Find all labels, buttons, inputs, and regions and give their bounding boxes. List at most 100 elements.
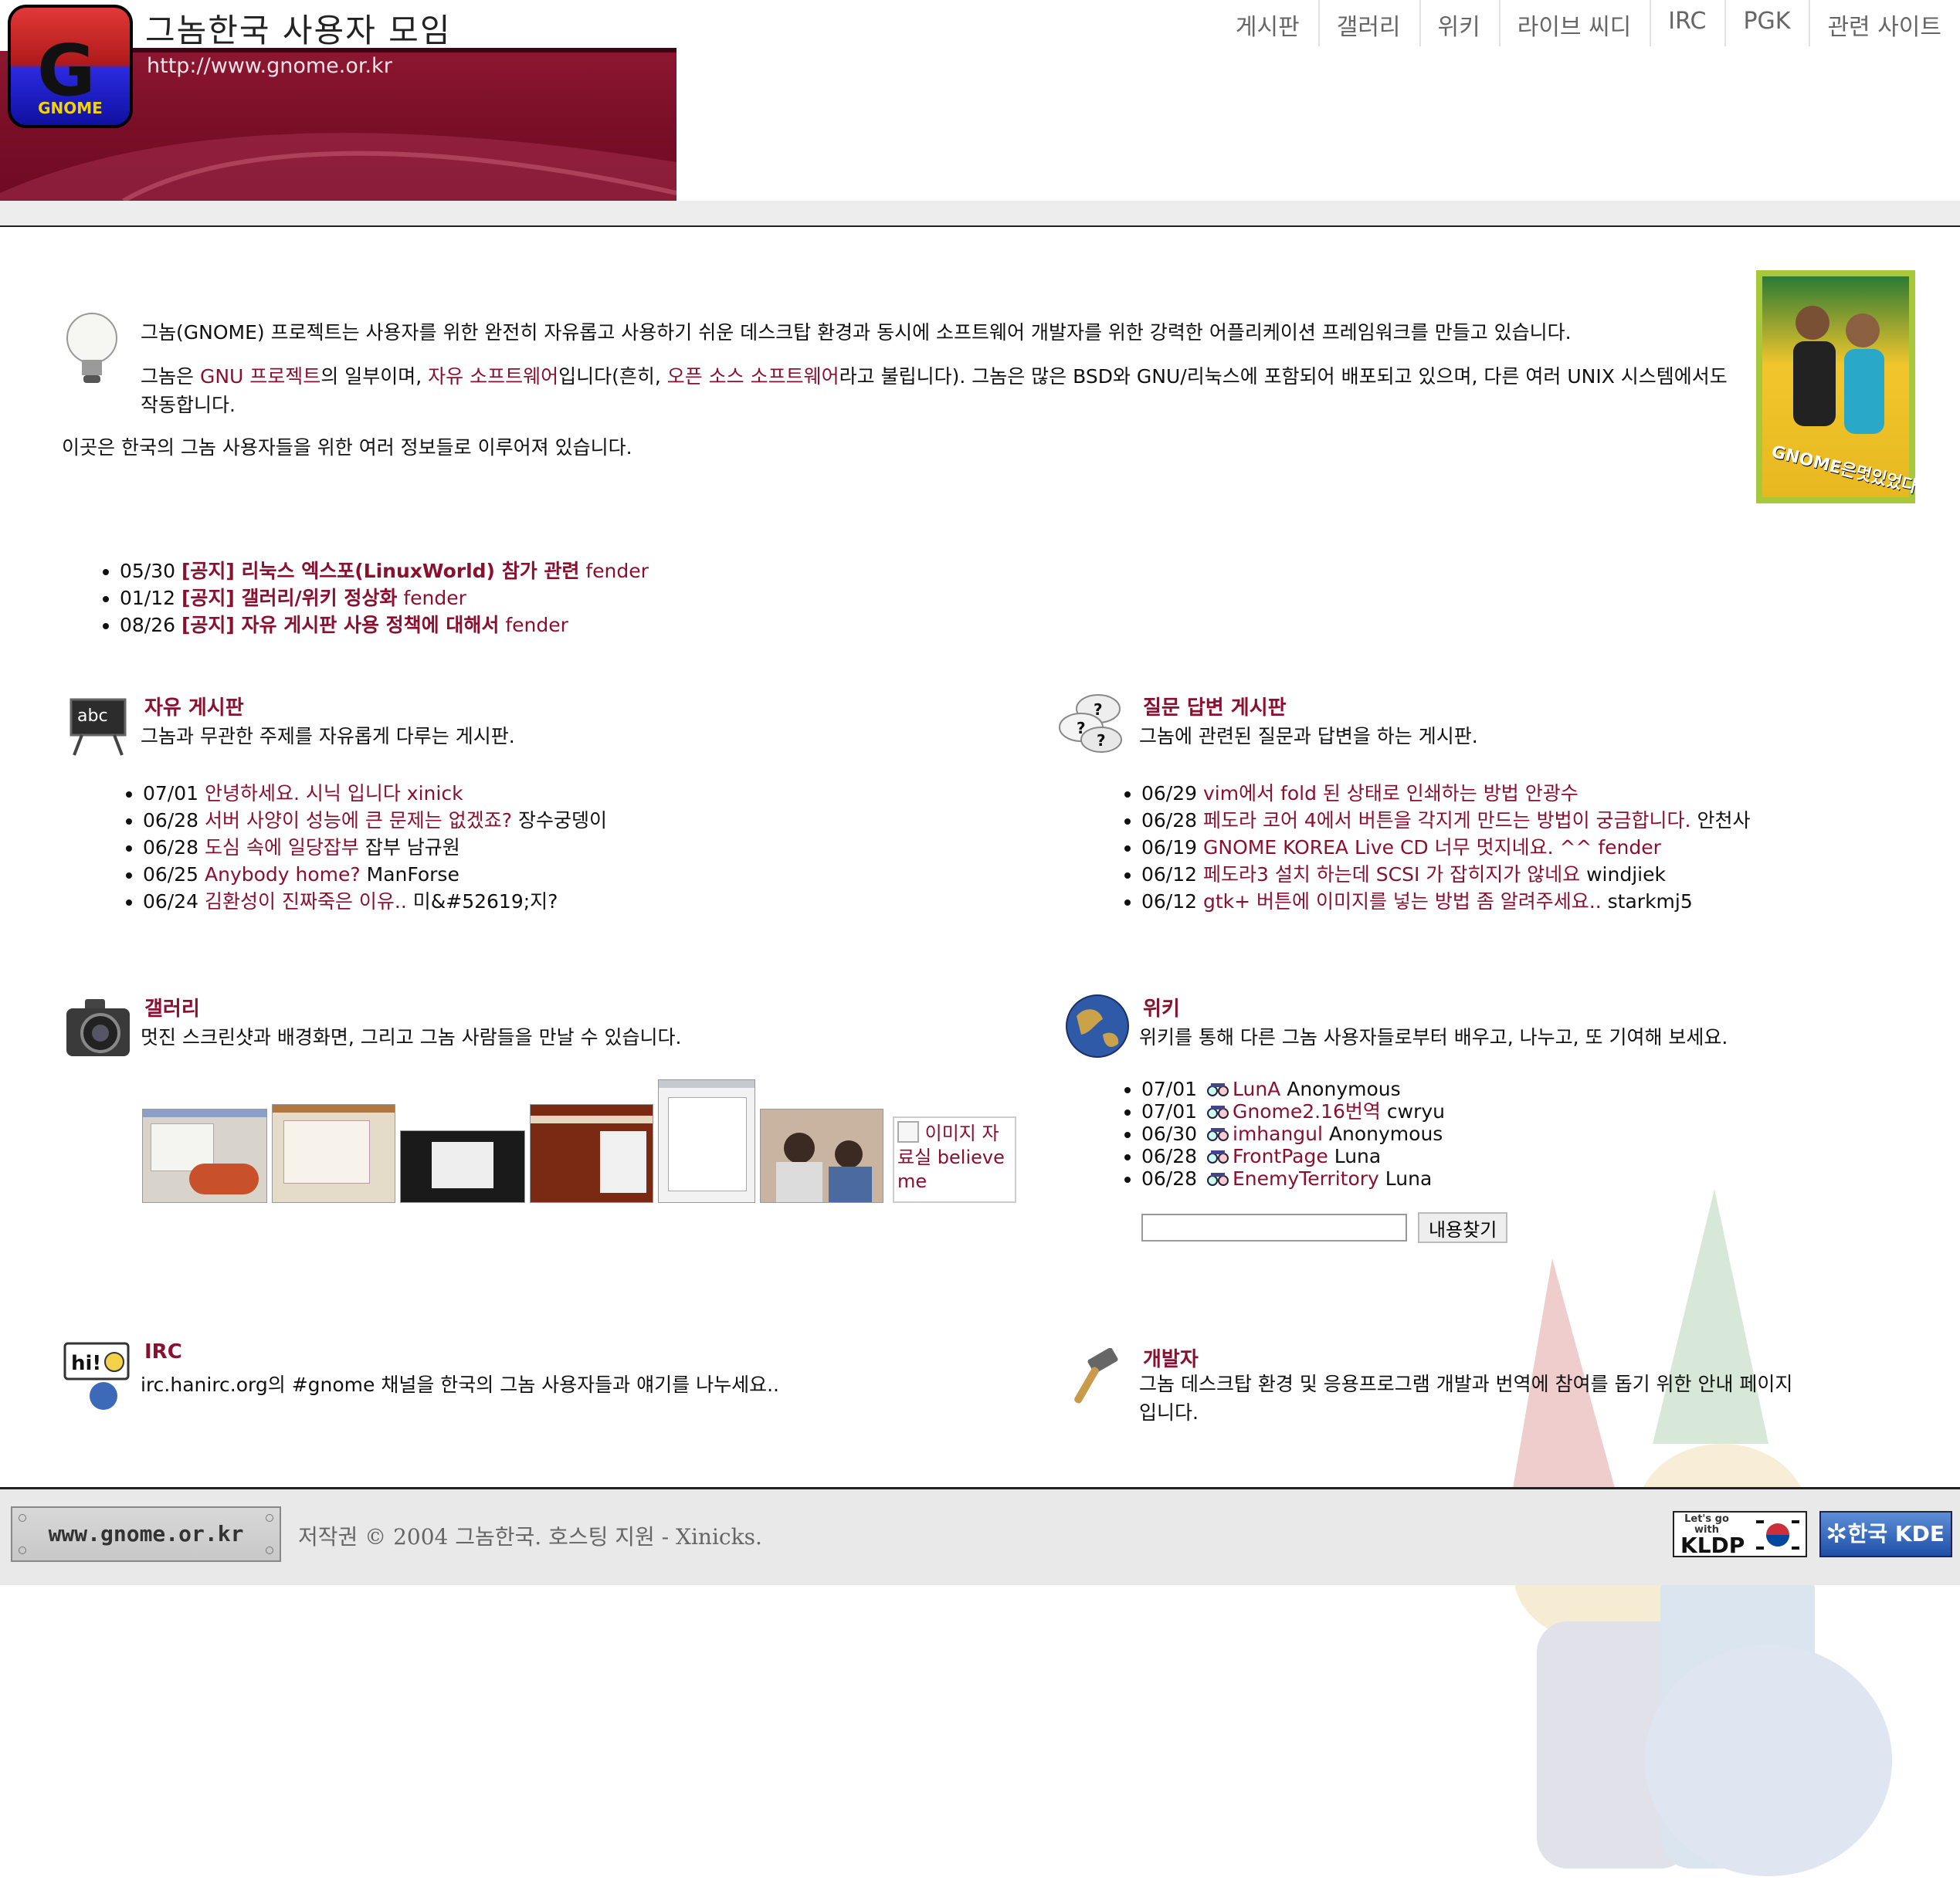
nav-item-board[interactable]: 게시판 (1219, 0, 1318, 46)
notice-title-link[interactable]: [공지] 리눅스 엑스포(LinuxWorld) 참가 관련 (181, 560, 579, 582)
diff-glasses-icon[interactable] (1206, 1126, 1229, 1142)
list-item: 07/01 LunA Anonymous (1141, 1078, 1445, 1100)
diff-glasses-icon[interactable] (1206, 1082, 1229, 1097)
post-title-link[interactable]: 페도라 코어 4에서 버튼을 각지게 만드는 방법이 궁금합니다. (1203, 809, 1690, 832)
top-nav: 게시판 갤러리 위키 라이브 씨디 IRC PGK 관련 사이트 (1219, 0, 1960, 46)
post-title-link[interactable]: gtk+ 버튼에 이미지를 넣는 방법 좀 알려주세요.. (1203, 890, 1602, 913)
wiki-page-link[interactable]: imhangul (1233, 1123, 1323, 1145)
wiki-search-input[interactable] (1141, 1214, 1407, 1242)
gallery-thumbnail[interactable] (142, 1109, 267, 1203)
wiki-date: 06/28 (1141, 1145, 1198, 1167)
free-board-title[interactable]: 자유 게시판 (144, 692, 244, 720)
wiki-author: Anonymous (1328, 1123, 1443, 1145)
wiki-page-link[interactable]: EnemyTerritory (1233, 1167, 1379, 1190)
kldp-banner[interactable]: Let's go with KLDP (1673, 1511, 1807, 1558)
list-item: 06/19 GNOME KOREA Live CD 너무 멋지네요. ^^ fe… (1141, 834, 1750, 861)
notice-author-link[interactable]: fender (505, 614, 568, 636)
nav-item-irc[interactable]: IRC (1650, 0, 1724, 46)
notice-author-link[interactable]: fender (403, 587, 466, 609)
logo-text: GNOME (38, 99, 103, 117)
chalkboard-icon-text: abc (77, 706, 108, 726)
kde-korea-banner[interactable]: ✲ 한국 KDE (1819, 1511, 1952, 1557)
list-item: 06/30 imhangul Anonymous (1141, 1123, 1445, 1145)
post-date: 07/01 (143, 782, 199, 805)
post-title-link[interactable]: GNOME KOREA Live CD 너무 멋지네요. ^^ (1203, 836, 1592, 859)
nav-item-related-sites[interactable]: 관련 사이트 (1809, 0, 1960, 46)
gnome-logo[interactable]: G GNOME (8, 5, 133, 128)
qna-board-title[interactable]: 질문 답변 게시판 (1143, 692, 1287, 720)
intro-paragraph-2: 그놈은 GNU 프로젝트의 일부이며, 자유 소프트웨어입니다(흔히, 오픈 소… (141, 362, 1731, 419)
svg-text:?: ? (1097, 731, 1106, 750)
wiki-author: Anonymous (1287, 1078, 1401, 1100)
list-item: 06/28 EnemyTerritory Luna (1141, 1167, 1445, 1190)
intro-text: 그놈(GNOME) 프로젝트는 사용자를 위한 완전히 자유롭고 사용하기 쉬운… (141, 318, 1731, 435)
post-author-link[interactable]: 안광수 (1525, 782, 1579, 805)
svg-text:?: ? (1077, 719, 1086, 737)
list-item: 05/30 [공지] 리눅스 엑스포(LinuxWorld) 참가 관련 fen… (120, 557, 649, 584)
diff-glasses-icon[interactable] (1206, 1104, 1229, 1120)
header-band-right (677, 201, 1960, 225)
post-author-link[interactable]: fender (1598, 836, 1661, 859)
notice-title-link[interactable]: [공지] 자유 게시판 사용 정책에 대해서 (181, 614, 499, 636)
post-author: 안천사 (1697, 809, 1751, 832)
link-gnu-project[interactable]: GNU 프로젝트 (200, 365, 320, 388)
nav-item-gallery[interactable]: 갤러리 (1317, 0, 1419, 46)
intro-text-part: 입니다(흔히, (558, 365, 667, 388)
list-item: 06/29 vim에서 fold 된 상태로 인쇄하는 방법 안광수 (1141, 780, 1750, 807)
post-title-link[interactable]: 페도라3 설치 하는데 SCSI 가 잡히지가 않네요 (1203, 863, 1580, 886)
gallery-desc: 멋진 스크린샷과 배경화면, 그리고 그놈 사람들을 만날 수 있습니다. (141, 1026, 682, 1049)
qna-board-list: 06/29 vim에서 fold 된 상태로 인쇄하는 방법 안광수 06/28… (1118, 780, 1750, 915)
notice-date: 08/26 (120, 614, 176, 636)
gallery-thumbnail[interactable] (760, 1109, 883, 1203)
diff-glasses-icon[interactable] (1206, 1149, 1229, 1164)
wiki-author: cwryu (1386, 1100, 1445, 1123)
post-author: 미&#52619;지? (412, 890, 558, 913)
post-title-link[interactable]: 안녕하세요. 시닉 입니다 (205, 782, 401, 805)
post-author: 장수궁뎅이 (517, 809, 607, 832)
list-item: 07/01 안녕하세요. 시닉 입니다 xinick (143, 780, 607, 807)
post-title-link[interactable]: 김환성이 진짜죽은 이유.. (205, 890, 407, 913)
wiki-date: 06/30 (1141, 1123, 1198, 1145)
link-open-source[interactable]: 오픈 소스 소프트웨어 (667, 365, 839, 388)
qna-board-desc: 그놈에 관련된 질문과 답변을 하는 게시판. (1139, 725, 1478, 747)
nav-item-pgk[interactable]: PGK (1724, 0, 1809, 46)
developer-title[interactable]: 개발자 (1143, 1343, 1199, 1372)
gallery-thumbnail[interactable] (272, 1104, 395, 1203)
gallery-title[interactable]: 갤러리 (144, 993, 200, 1021)
wiki-search-button[interactable]: 내용찾기 (1417, 1212, 1508, 1243)
post-date: 06/28 (1141, 809, 1198, 832)
gallery-broken-image-link[interactable]: 이미지 자료실 believe me (893, 1116, 1016, 1203)
post-author-link[interactable]: xinick (407, 782, 463, 805)
notice-author-link[interactable]: fender (585, 560, 649, 582)
kde-gear-icon: ✲ (1826, 1519, 1848, 1550)
gallery-thumbnail[interactable] (530, 1104, 653, 1203)
diff-glasses-icon[interactable] (1206, 1171, 1229, 1187)
kldp-text: KLDP (1680, 1533, 1745, 1558)
kde-text: 한국 KDE (1847, 1521, 1945, 1547)
wiki-page-link[interactable]: Gnome2.16번역 (1233, 1100, 1381, 1123)
post-title-link[interactable]: vim에서 fold 된 상태로 인쇄하는 방법 (1203, 782, 1519, 805)
post-title-link[interactable]: Anybody home? (205, 863, 361, 886)
gallery-thumbnail[interactable] (658, 1079, 755, 1203)
nav-item-wiki[interactable]: 위키 (1419, 0, 1499, 46)
irc-title[interactable]: IRC (144, 1340, 182, 1364)
intro-paragraph-1: 그놈(GNOME) 프로젝트는 사용자를 위한 완전히 자유롭고 사용하기 쉬운… (141, 321, 1572, 344)
notice-title-link[interactable]: [공지] 갤러리/위키 정상화 (181, 587, 397, 609)
wiki-page-link[interactable]: LunA (1233, 1078, 1280, 1100)
post-title-link[interactable]: 서버 사양이 성능에 큰 문제는 없겠죠? (205, 809, 512, 832)
wiki-date: 07/01 (1141, 1100, 1198, 1123)
gallery-thumbnail[interactable] (400, 1130, 525, 1203)
notice-date: 01/12 (120, 587, 176, 609)
link-free-software[interactable]: 자유 소프트웨어 (428, 365, 558, 388)
wiki-title[interactable]: 위키 (1143, 993, 1180, 1021)
nav-item-live-cd[interactable]: 라이브 씨디 (1498, 0, 1650, 46)
globe-icon (1066, 994, 1129, 1058)
irc-chat-icon: hi! (63, 1342, 130, 1410)
gnome-poster-image[interactable]: GNOME은멋있었다 (1756, 270, 1915, 503)
post-author: starkmj5 (1607, 890, 1693, 913)
irc-desc: irc.hanirc.org의 #gnome 채널을 한국의 그놈 사용자들과 … (141, 1374, 779, 1396)
post-title-link[interactable]: 도심 속에 일당잡부 (205, 836, 359, 859)
korean-flag-icon (1756, 1520, 1799, 1550)
site-badge[interactable]: www.gnome.or.kr (11, 1506, 281, 1562)
wiki-page-link[interactable]: FrontPage (1233, 1145, 1328, 1167)
